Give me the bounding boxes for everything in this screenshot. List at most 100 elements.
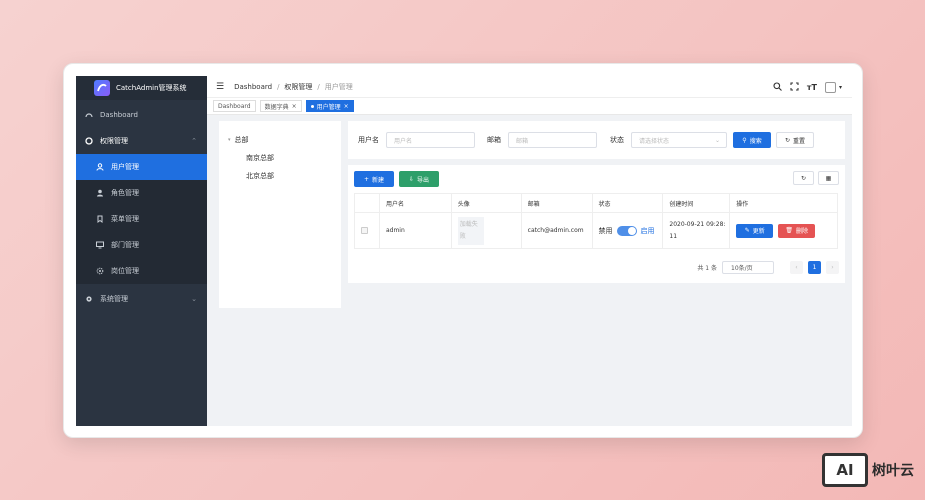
next-page-button[interactable]: ›: [826, 261, 839, 274]
breadcrumb-home[interactable]: Dashboard: [234, 83, 272, 91]
column-header: 头像: [451, 194, 522, 213]
sidebar-item-positions[interactable]: 岗位管理: [76, 258, 207, 284]
search-button[interactable]: ⚲ 搜索: [733, 132, 771, 148]
search-icon[interactable]: [773, 81, 782, 93]
fullscreen-icon[interactable]: [790, 81, 799, 93]
created-at-cell: 2020-09-21 09:28:11: [663, 213, 731, 249]
sidebar-item-menus[interactable]: 菜单管理: [76, 206, 207, 232]
email-label: 邮箱: [487, 136, 501, 144]
search-form: 用户名 用户名 邮箱 邮箱 状态 请选择状态 ⌄ ⚲ 搜索 ↻ 重置: [348, 121, 845, 159]
edit-button-label: 更新: [752, 228, 765, 235]
status-toggle[interactable]: [616, 225, 637, 236]
new-button-label: 新建: [372, 176, 385, 184]
tab-dictionary[interactable]: 数据字典 ×: [259, 100, 302, 112]
tree-node-nanjing[interactable]: 南京总部: [219, 149, 341, 167]
refresh-icon: ↻: [800, 174, 807, 182]
tab-label: 数据字典: [264, 103, 289, 111]
sidebar-item-label: 用户管理: [111, 163, 139, 171]
app-window: CatchAdmin管理系统 Dashboard 权限管理 ⌃ 用户管理 角色管…: [63, 63, 863, 438]
search-icon: ⚲: [742, 136, 747, 144]
sidebar-item-departments[interactable]: 部门管理: [76, 232, 207, 258]
user-icon: [95, 163, 104, 172]
trash-icon: 🗑: [785, 227, 794, 234]
sidebar-item-label: 菜单管理: [111, 215, 139, 223]
edit-button[interactable]: ✎ 更新: [736, 223, 774, 238]
page-button[interactable]: 1: [808, 261, 821, 274]
tab-dashboard[interactable]: Dashboard: [213, 100, 256, 112]
sidebar-item-permissions[interactable]: 权限管理 ⌃: [76, 128, 207, 154]
delete-button-label: 删除: [796, 228, 809, 235]
row-checkbox[interactable]: [361, 227, 368, 234]
export-button[interactable]: ⇩ 导出: [399, 171, 439, 187]
export-button-label: 导出: [417, 176, 430, 184]
app-title: CatchAdmin管理系统: [116, 84, 187, 92]
delete-button[interactable]: 🗑 删除: [778, 223, 816, 238]
column-header: 状态: [592, 194, 664, 213]
edit-icon: ✎: [744, 227, 750, 234]
plus-icon: +: [363, 175, 369, 183]
tree-node-root[interactable]: ▾ 总部: [219, 131, 341, 149]
tree-node-label: 总部: [234, 136, 249, 144]
watermark-brand: 树叶云: [872, 463, 914, 479]
menu-toggle-icon[interactable]: ☰: [216, 82, 224, 92]
settings-circle-icon: [84, 137, 93, 146]
breadcrumb-parent[interactable]: 权限管理: [284, 82, 312, 92]
page-size-select[interactable]: 10条/页: [722, 261, 774, 274]
reset-button[interactable]: ↻ 重置: [776, 132, 814, 148]
close-icon[interactable]: ×: [344, 103, 349, 110]
reset-button-label: 重置: [793, 137, 806, 145]
tab-label: 用户管理: [316, 103, 341, 111]
monitor-icon: [95, 241, 104, 250]
status-placeholder: 请选择状态: [639, 137, 670, 145]
close-icon[interactable]: ×: [292, 103, 297, 110]
font-size-icon[interactable]: тТ: [807, 83, 817, 92]
dashboard-icon: [84, 111, 93, 120]
total-count: 共 1 条: [697, 265, 717, 272]
table-header: 用户名 头像 邮箱 状态 创建时间 操作: [355, 194, 838, 213]
cog-icon: [84, 295, 93, 304]
sidebar-item-roles[interactable]: 角色管理: [76, 180, 207, 206]
chevron-up-icon: ⌃: [191, 137, 197, 145]
page-size-value: 10条/页: [731, 265, 753, 272]
sidebar-item-users[interactable]: 用户管理: [76, 154, 207, 180]
grid-icon: ▦: [825, 174, 832, 182]
user-role-icon: [95, 189, 104, 198]
chevron-down-icon[interactable]: ▾: [839, 84, 842, 91]
header-checkbox-cell: [355, 194, 380, 213]
sidebar-item-system[interactable]: 系统管理 ⌄: [76, 286, 207, 312]
table-card: + 新建 ⇩ 导出 ↻ ▦ 用户名 头像 邮箱 状态 创建时间 操作 admin…: [348, 165, 845, 283]
brand: CatchAdmin管理系统: [76, 76, 207, 100]
email-cell: catch@admin.com: [521, 213, 593, 249]
status-select[interactable]: 请选择状态 ⌄: [631, 132, 727, 148]
column-header: 邮箱: [521, 194, 593, 213]
pagination: 共 1 条 10条/页 ‹ 1 ›: [697, 261, 839, 274]
tab-users[interactable]: 用户管理 ×: [305, 100, 354, 112]
sidebar: CatchAdmin管理系统 Dashboard 权限管理 ⌃ 用户管理 角色管…: [76, 76, 207, 426]
tree-node-label: 北京总部: [246, 172, 274, 180]
refresh-icon: ↻: [784, 136, 790, 144]
avatar[interactable]: [824, 81, 836, 93]
columns-button[interactable]: ▦: [818, 171, 839, 185]
breadcrumb-separator: /: [277, 82, 280, 91]
gear-icon: [95, 267, 104, 276]
caret-down-icon[interactable]: ▾: [228, 137, 231, 143]
refresh-button[interactable]: ↻: [793, 171, 814, 185]
tabs-bar: Dashboard 数据字典 × 用户管理 ×: [207, 98, 852, 115]
main-area: ☰ Dashboard / 权限管理 / 用户管理 тТ ▾ Dashboard…: [207, 76, 852, 426]
username-label: 用户名: [358, 136, 379, 144]
sidebar-item-label: 系统管理: [100, 295, 128, 303]
table-row: admin 加载失败 catch@admin.com 禁用 启用 2020-09…: [355, 213, 838, 249]
status-cell: 禁用 启用: [592, 213, 664, 249]
department-tree: ▾ 总部 南京总部 北京总部: [219, 121, 341, 308]
column-header: 操作: [730, 194, 838, 213]
download-icon: ⇩: [408, 175, 414, 183]
prev-page-button[interactable]: ‹: [790, 261, 803, 274]
sidebar-item-dashboard[interactable]: Dashboard: [76, 102, 207, 128]
row-checkbox-cell: [355, 213, 380, 249]
new-button[interactable]: + 新建: [354, 171, 394, 187]
sidebar-item-label: Dashboard: [100, 111, 138, 119]
email-input[interactable]: 邮箱: [508, 132, 597, 148]
top-bar: ☰ Dashboard / 权限管理 / 用户管理 тТ ▾: [207, 76, 852, 98]
tree-node-beijing[interactable]: 北京总部: [219, 167, 341, 185]
username-input[interactable]: 用户名: [386, 132, 475, 148]
